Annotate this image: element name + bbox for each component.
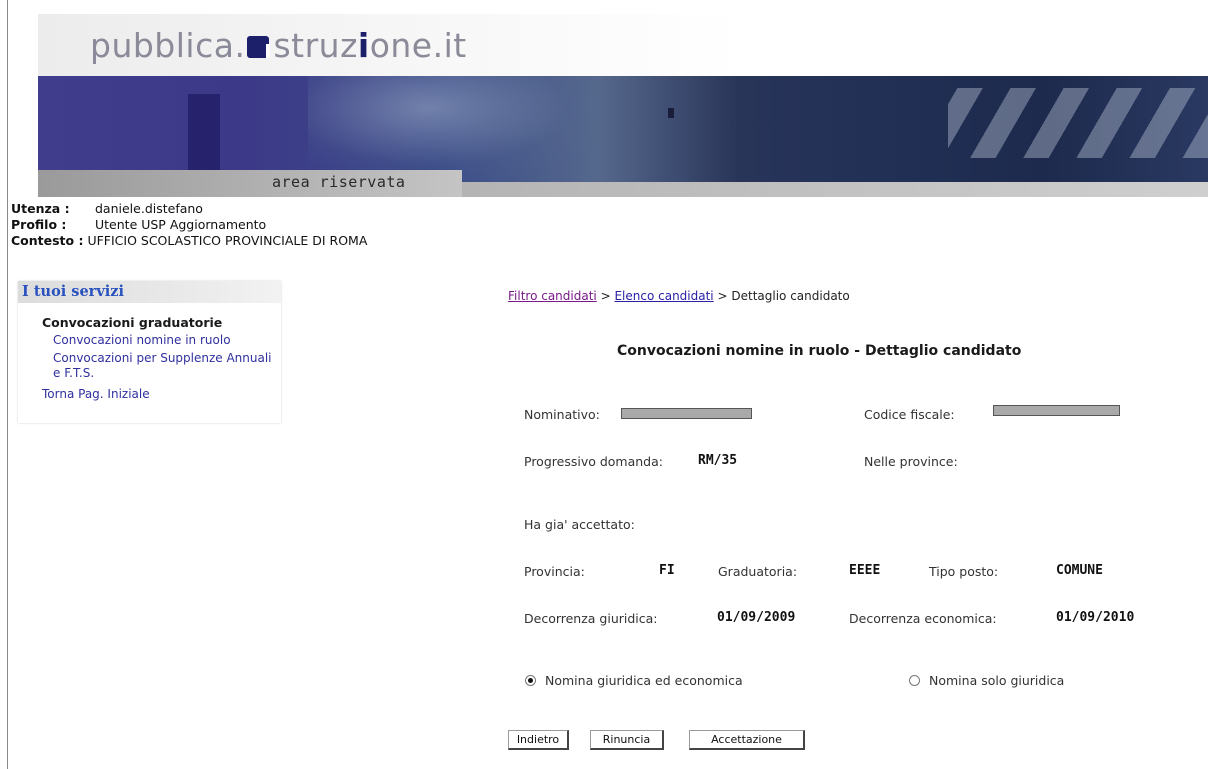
- radio-unselected-icon[interactable]: [909, 675, 920, 686]
- sidebar-item-home[interactable]: Torna Pag. Iniziale: [18, 387, 281, 402]
- profilo-label: Profilo :: [11, 217, 67, 232]
- tipo-posto-value: COMUNE: [1056, 563, 1103, 578]
- header-banner: pubblica. struzione.it area riservata: [38, 14, 1208, 197]
- user-info: Utenza : daniele.distefano Profilo : Utent…: [11, 201, 367, 249]
- site-logo[interactable]: pubblica. struzione.it: [90, 26, 467, 65]
- radio-nomina-solo-giuridica-label: Nomina solo giuridica: [929, 673, 1065, 688]
- banner-logo-strip: pubblica. struzione.it: [38, 14, 1208, 76]
- banner-image: [38, 76, 1208, 182]
- sidebar-item-nomine-ruolo[interactable]: Convocazioni nomine in ruolo: [18, 333, 281, 348]
- logo-text-it: .it: [432, 26, 467, 65]
- decorrenza-economica-value: 01/09/2010: [1056, 610, 1135, 625]
- breadcrumb: Filtro candidati > Elenco candidati > De…: [508, 289, 850, 303]
- logo-text-i: i: [357, 26, 370, 65]
- codice-fiscale-redacted: [993, 405, 1120, 416]
- breadcrumb-separator: >: [717, 289, 728, 303]
- ha-gia-accettato-label: Ha gia' accettato:: [524, 517, 635, 532]
- nominativo-label: Nominativo:: [524, 407, 600, 422]
- contesto-value: UFFICIO SCOLASTICO PROVINCIALE DI ROMA: [87, 233, 368, 248]
- graduatoria-value: EEEE: [849, 563, 881, 578]
- decorrenza-giuridica-value: 01/09/2009: [717, 610, 796, 625]
- sidebar-item-supplenze-annuali[interactable]: Convocazioni per Supplenze Annuali e F.T…: [18, 351, 281, 381]
- radio-selected-icon[interactable]: [525, 675, 536, 686]
- rinuncia-button[interactable]: Rinuncia: [590, 730, 664, 750]
- utenza-row: Utenza : daniele.distefano: [11, 201, 367, 217]
- banner-footer-strip: area riservata: [38, 170, 1208, 197]
- codice-fiscale-label: Codice fiscale:: [864, 407, 955, 422]
- logo-text-one: one: [369, 26, 433, 65]
- banner-decoration: [668, 108, 674, 118]
- indietro-button[interactable]: Indietro: [508, 730, 569, 750]
- sidebar-section-convocazioni: Convocazioni graduatorie: [42, 315, 223, 330]
- radio-nomina-giuridica-economica[interactable]: Nomina giuridica ed economica: [525, 673, 743, 688]
- provincia-label: Provincia:: [524, 564, 585, 579]
- nelle-province-label: Nelle province:: [864, 454, 958, 469]
- decorrenza-giuridica-label: Decorrenza giuridica:: [524, 611, 658, 626]
- profilo-row: Profilo : Utente USP Aggiornamento: [11, 217, 367, 233]
- decorrenza-economica-label: Decorrenza economica:: [849, 611, 997, 626]
- accettazione-button[interactable]: Accettazione: [689, 730, 805, 750]
- breadcrumb-separator: >: [600, 289, 611, 303]
- logo-square-icon: [247, 36, 271, 58]
- banner-decoration: [308, 76, 608, 182]
- window-left-border: [7, 0, 8, 769]
- sidebar-title: I tuoi servizi: [18, 281, 281, 303]
- logo-text-pubblica: pubblica.: [90, 26, 246, 65]
- keyboard-image: [948, 88, 1208, 158]
- area-riservata-label: area riservata: [272, 173, 406, 191]
- progressivo-domanda-label: Progressivo domanda:: [524, 454, 663, 469]
- logo-text-istruz: struz: [273, 26, 358, 65]
- radio-nomina-solo-giuridica[interactable]: Nomina solo giuridica: [909, 673, 1064, 688]
- graduatoria-label: Graduatoria:: [718, 564, 798, 579]
- breadcrumb-filtro-candidati[interactable]: Filtro candidati: [508, 289, 597, 303]
- contesto-row: Contesto : UFFICIO SCOLASTICO PROVINCIAL…: [11, 233, 367, 249]
- contesto-label: Contesto :: [11, 233, 84, 248]
- breadcrumb-current: Dettaglio candidato: [731, 289, 850, 303]
- radio-nomina-giuridica-economica-label: Nomina giuridica ed economica: [545, 673, 743, 688]
- services-sidebar: I tuoi servizi Convocazioni graduatorie …: [18, 281, 281, 423]
- tipo-posto-label: Tipo posto:: [929, 564, 999, 579]
- provincia-value: FI: [659, 563, 675, 578]
- nominativo-redacted: [621, 408, 752, 419]
- progressivo-domanda-value: RM/35: [698, 453, 738, 468]
- utenza-value: daniele.distefano: [95, 201, 203, 216]
- sidebar-menu: Convocazioni graduatorie Convocazioni no…: [18, 303, 281, 402]
- utenza-label: Utenza :: [11, 201, 70, 216]
- banner-decoration: [188, 94, 220, 182]
- profilo-value: Utente USP Aggiornamento: [95, 217, 267, 232]
- page-title: Convocazioni nomine in ruolo - Dettaglio…: [617, 343, 1022, 359]
- breadcrumb-elenco-candidati[interactable]: Elenco candidati: [614, 289, 713, 303]
